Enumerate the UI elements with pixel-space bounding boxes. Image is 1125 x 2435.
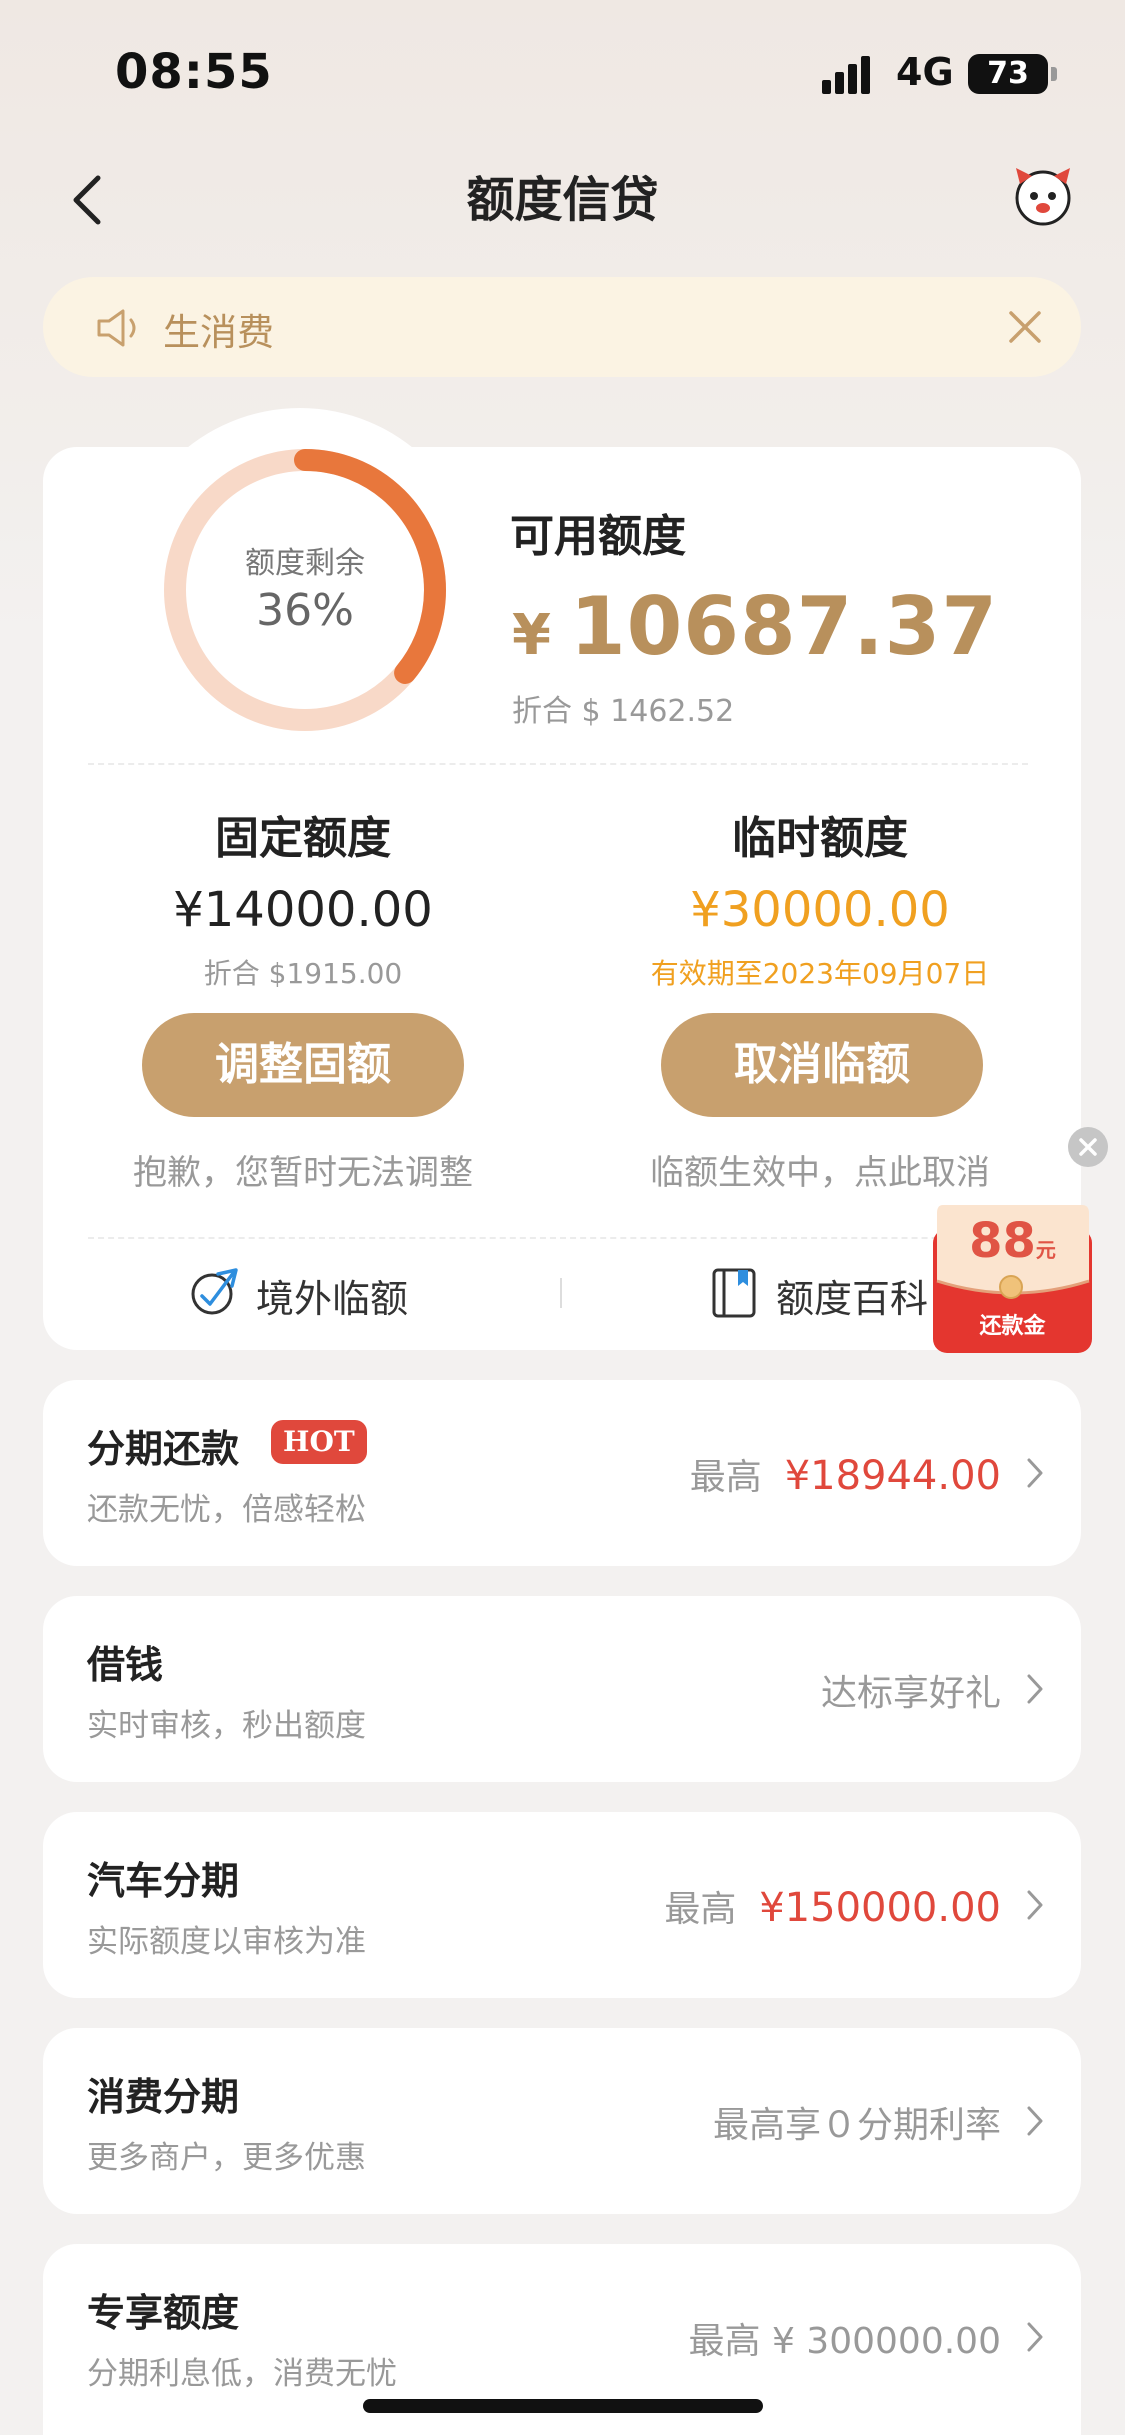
available-credit-label: 可用额度 bbox=[510, 511, 686, 562]
temporary-credit-note[interactable]: 临额生效中，点此取消 bbox=[605, 1145, 1035, 1194]
cancel-temporary-button[interactable]: 取消临额 bbox=[661, 1013, 983, 1117]
mascot-icon[interactable] bbox=[1010, 162, 1076, 228]
available-amount-value: 10687.37 bbox=[569, 580, 999, 673]
promo-amount: 88元 bbox=[931, 1213, 1094, 1269]
list-item-right: 最高享０分期利率 bbox=[712, 2105, 1001, 2146]
temporary-credit-title: 临时额度 bbox=[732, 813, 908, 864]
notice-text: 生消费 bbox=[163, 311, 274, 354]
list-item-subtitle: 更多商户，更多优惠 bbox=[87, 2140, 366, 2176]
status-time: 08:55 bbox=[115, 44, 273, 100]
status-bar: 08:55 4G 73 bbox=[0, 0, 1125, 140]
available-credit-converted: 折合 $ 1462.52 bbox=[512, 694, 735, 729]
nav-bar: 额度信贷 bbox=[0, 150, 1125, 240]
promo-amount-value: 88 bbox=[969, 1213, 1036, 1269]
fixed-credit-converted: 折合 $1915.00 bbox=[203, 957, 403, 990]
speaker-icon bbox=[97, 309, 136, 347]
home-indicator[interactable] bbox=[363, 2399, 763, 2413]
list-item-right: 最高 ¥ 300000.00 bbox=[688, 2321, 1001, 2362]
chevron-right-icon bbox=[1027, 2106, 1043, 2136]
promo-label: 还款金 bbox=[979, 1314, 1046, 1339]
list-item-subtitle: 分期利息低，消费无忧 bbox=[87, 2356, 397, 2392]
fixed-credit-amount: ¥14000.00 bbox=[173, 882, 433, 938]
list-item-title: 借钱 bbox=[87, 1643, 164, 1687]
list-item-subtitle: 还款无忧，倍感轻松 bbox=[87, 1492, 366, 1528]
max-prefix: 最高 bbox=[689, 1457, 762, 1498]
max-amount: ¥18944.00 bbox=[784, 1453, 1001, 1499]
max-prefix: 最高 bbox=[664, 1889, 737, 1930]
list-item-right: 最高 ¥150000.00 bbox=[664, 1880, 1001, 1932]
list-item-subtitle: 实际额度以审核为准 bbox=[87, 1924, 366, 1960]
list-item-right: 最高 ¥18944.00 bbox=[690, 1448, 1001, 1500]
max-amount: ¥150000.00 bbox=[759, 1885, 1001, 1931]
temporary-credit-amount: ¥30000.00 bbox=[690, 882, 950, 938]
chevron-right-icon bbox=[1027, 1458, 1043, 1488]
promo-unit: 元 bbox=[1035, 1238, 1056, 1262]
divider bbox=[88, 1237, 1028, 1239]
ring-label: 额度剩余 bbox=[245, 546, 365, 581]
page-title: 额度信贷 bbox=[466, 172, 659, 228]
chevron-right-icon bbox=[1027, 1674, 1043, 1704]
plane-globe-icon bbox=[191, 1268, 238, 1315]
fixed-credit-note: 抱歉，您暂时无法调整 bbox=[133, 1153, 473, 1193]
signal-icon bbox=[822, 52, 882, 94]
remaining-percent: 36% bbox=[256, 585, 354, 636]
list-item-title: 分期还款 bbox=[87, 1427, 240, 1471]
chevron-right-icon bbox=[1027, 2322, 1043, 2352]
credit-encyclopedia-label: 额度百科 bbox=[776, 1277, 929, 1321]
fixed-credit-title: 固定额度 bbox=[215, 813, 391, 864]
book-icon bbox=[712, 1268, 756, 1318]
list-item-title: 消费分期 bbox=[87, 2075, 240, 2119]
available-credit-amount: ¥10687.37 bbox=[512, 580, 998, 673]
promo-close-icon[interactable] bbox=[1068, 1127, 1108, 1167]
temporary-credit-validity: 有效期至2023年09月07日 bbox=[650, 957, 990, 990]
close-icon[interactable] bbox=[1003, 305, 1047, 349]
network-label: 4G bbox=[896, 50, 954, 94]
currency-symbol: ¥ bbox=[512, 603, 552, 668]
divider bbox=[560, 1278, 562, 1308]
list-item-title: 汽车分期 bbox=[87, 1859, 240, 1903]
list-item-subtitle: 实时审核，秒出额度 bbox=[87, 1708, 366, 1744]
list-item-right: 达标享好礼 bbox=[820, 1673, 1001, 1714]
list-item-consumer-installment[interactable]: 消费分期 更多商户，更多优惠 最高享０分期利率 bbox=[43, 2028, 1081, 2214]
divider bbox=[88, 763, 1028, 765]
chevron-right-icon bbox=[1027, 1890, 1043, 1920]
list-item-title: 专享额度 bbox=[87, 2291, 240, 2335]
overseas-credit-label: 境外临额 bbox=[256, 1277, 409, 1321]
notice-banner[interactable]: 生消费 bbox=[43, 277, 1081, 377]
list-item-car-installment[interactable]: 汽车分期 实际额度以审核为准 最高 ¥150000.00 bbox=[43, 1812, 1081, 1998]
battery-icon: 73 bbox=[968, 54, 1057, 94]
list-item-borrow[interactable]: 借钱 实时审核，秒出额度 达标享好礼 bbox=[43, 1596, 1081, 1782]
list-item-installment-repayment[interactable]: 分期还款 HOT 还款无忧，倍感轻松 最高 ¥18944.00 bbox=[43, 1380, 1081, 1566]
hot-badge: HOT bbox=[271, 1420, 367, 1464]
adjust-fixed-button[interactable]: 调整固额 bbox=[142, 1013, 464, 1117]
